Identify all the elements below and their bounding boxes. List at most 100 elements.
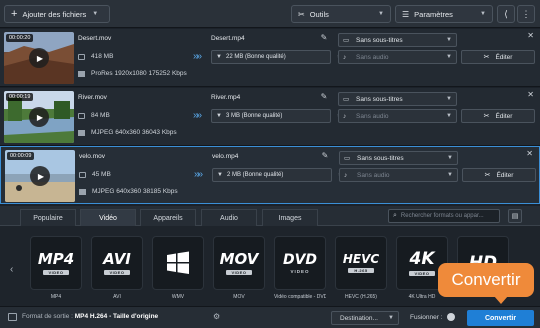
toggle-icon[interactable] [446, 313, 455, 321]
merge-label: Fusionner : [410, 313, 443, 321]
file-info: MJPEG 640x360 38185 Kbps [92, 188, 178, 195]
format-logo-sub: VIDEO [408, 270, 436, 276]
output-size: 22 MB (Bonne qualité) [226, 54, 286, 60]
file-row[interactable]: 00:00:19 ▶ River.mov 84 MB MJPEG 640x360… [0, 88, 540, 146]
tools-button[interactable]: ✂ Outils ▼ [291, 5, 391, 23]
format-avi[interactable]: AVI VIDEO AVI [91, 236, 143, 300]
close-icon[interactable]: ✕ [527, 90, 534, 99]
chevron-down-icon: ▼ [446, 96, 452, 102]
rename-icon[interactable]: ✎ [319, 151, 331, 163]
rename-icon[interactable]: ✎ [318, 33, 330, 45]
format-caption: MOV [233, 294, 245, 300]
format-search-input[interactable]: ⌕ Rechercher formats ou appar... [388, 209, 500, 223]
chevron-down-icon: ▼ [447, 172, 453, 178]
edit-button[interactable]: ✂ Éditer [461, 109, 535, 123]
callout-label: Convertir [451, 270, 521, 289]
audio-icon: ♪ [344, 171, 348, 179]
output-name: velo.mp4 [212, 153, 239, 160]
format-mov[interactable]: MOV VIDEO MOV [213, 236, 265, 300]
format-dvd[interactable]: DVD VIDEO Vidéo compatible - DVD [274, 236, 326, 300]
format-logo: HEVC H.265 [335, 236, 387, 290]
play-icon[interactable]: ▶ [29, 107, 49, 127]
audio-dropdown[interactable]: ♪ Sans audio ▼ [339, 168, 458, 182]
top-toolbar: + Ajouter des fichiers ▼ ✂ Outils ▼ ☰ Pa… [0, 0, 540, 28]
format-mp4[interactable]: MP4 VIDEO MP4 [30, 236, 82, 300]
settings-toggle-button[interactable]: ▤ [508, 209, 522, 223]
play-icon[interactable]: ▶ [29, 48, 49, 68]
subtitles-dropdown[interactable]: ▭ Sans sous-titres ▼ [338, 33, 457, 47]
video-thumbnail[interactable]: 00:00:09 ▶ [5, 150, 75, 202]
audio-dropdown[interactable]: ♪ Sans audio ▼ [338, 50, 457, 64]
rename-icon[interactable]: ✎ [318, 92, 330, 104]
edit-button[interactable]: ✂ Éditer [462, 168, 536, 182]
tab-video[interactable]: Vidéo [80, 209, 136, 226]
scroll-left-icon[interactable]: ‹ [10, 264, 13, 275]
folder-icon [79, 171, 86, 178]
duration-label: 00:00:09 [7, 152, 35, 160]
output-size-select[interactable]: ▼ 3 MB (Bonne qualité) [211, 109, 331, 123]
format-hevc[interactable]: HEVC H.265 HEVC (H.265) [335, 236, 387, 300]
convert-button[interactable]: Convertir [467, 310, 534, 326]
subtitles-icon: ▭ [343, 37, 350, 44]
edit-label: Éditer [495, 112, 513, 120]
edit-label: Éditer [496, 171, 514, 179]
tools-icon: ✂ [298, 9, 305, 19]
gear-icon[interactable]: ⚙ [213, 312, 220, 321]
file-size-row: 418 MB [78, 53, 113, 60]
film-icon [78, 129, 85, 136]
file-row[interactable]: 00:00:20 ▶ Desert.mov 418 MB ProRes 1920… [0, 29, 540, 87]
destination-dropdown[interactable]: Destination... ▼ [331, 311, 399, 325]
format-logo-text: DVD [282, 251, 318, 268]
settings-button[interactable]: ☰ Paramètres ▼ [395, 5, 493, 23]
close-icon[interactable]: ✕ [527, 31, 534, 40]
chevron-down-icon: ▼ [447, 155, 453, 161]
tab-devices[interactable]: Appareils [140, 209, 196, 226]
close-icon[interactable]: ✕ [526, 149, 533, 158]
format-caption: HEVC (H.265) [345, 294, 377, 300]
video-thumbnail[interactable]: 00:00:20 ▶ [4, 32, 74, 84]
subtitles-dropdown[interactable]: ▭ Sans sous-titres ▼ [338, 92, 457, 106]
file-info: MJPEG 640x360 36043 Kbps [91, 129, 177, 136]
audio-dropdown[interactable]: ♪ Sans audio ▼ [338, 109, 457, 123]
share-button[interactable]: ⟨ [497, 5, 515, 23]
output-size: 3 MB (Bonne qualité) [226, 113, 283, 119]
tab-audio[interactable]: Audio [201, 209, 257, 226]
folder-icon [78, 53, 85, 60]
tab-label: Appareils [153, 214, 183, 222]
search-placeholder: Rechercher formats ou appar... [400, 213, 484, 219]
chevron-down-icon: ▼ [216, 54, 222, 60]
tab-label: Images [278, 214, 302, 222]
edit-button[interactable]: ✂ Éditer [461, 50, 535, 64]
tools-label: Outils [309, 9, 329, 19]
play-icon[interactable]: ▶ [30, 166, 50, 186]
subtitles-label: Sans sous-titres [356, 95, 403, 103]
duration-label: 00:00:20 [6, 34, 34, 42]
audio-icon: ♪ [343, 53, 347, 61]
panel-icon: ▤ [511, 213, 519, 220]
tab-label: Audio [220, 214, 238, 222]
merge-toggle[interactable]: Fusionner : [410, 313, 455, 321]
output-size-select[interactable]: ▼ 2 MB (Bonne qualité) [212, 168, 332, 182]
file-size-row: 45 MB [79, 171, 111, 178]
audio-label: Sans audio [357, 171, 390, 179]
tab-images[interactable]: Images [262, 209, 318, 226]
video-thumbnail[interactable]: 00:00:19 ▶ [4, 91, 74, 143]
file-name: Desert.mov [78, 35, 112, 42]
subtitles-dropdown[interactable]: ▭ Sans sous-titres ▼ [339, 151, 458, 165]
format-wmv[interactable]: WMV [152, 236, 204, 300]
file-name: velo.mov [79, 153, 106, 160]
tab-popular[interactable]: Populaire [20, 209, 76, 226]
chevron-down-icon: ▼ [446, 37, 452, 43]
chevron-down-icon: ▼ [480, 11, 486, 17]
output-size-select[interactable]: ▼ 22 MB (Bonne qualité) [211, 50, 331, 64]
windows-icon [167, 251, 189, 274]
chevron-down-icon: ▼ [378, 11, 384, 17]
convert-arrow-icon: »» [193, 51, 202, 62]
more-button[interactable]: ⋮ [517, 5, 535, 23]
format-logo-sub: VIDEO [290, 268, 310, 274]
format-logo: MOV VIDEO [213, 236, 265, 290]
tab-label: Vidéo [99, 214, 117, 222]
destination-label: Destination... [340, 314, 378, 322]
add-files-button[interactable]: + Ajouter des fichiers ▼ [4, 5, 110, 23]
file-row-selected[interactable]: 00:00:09 ▶ velo.mov 45 MB MJPEG 640x360 … [0, 146, 540, 204]
